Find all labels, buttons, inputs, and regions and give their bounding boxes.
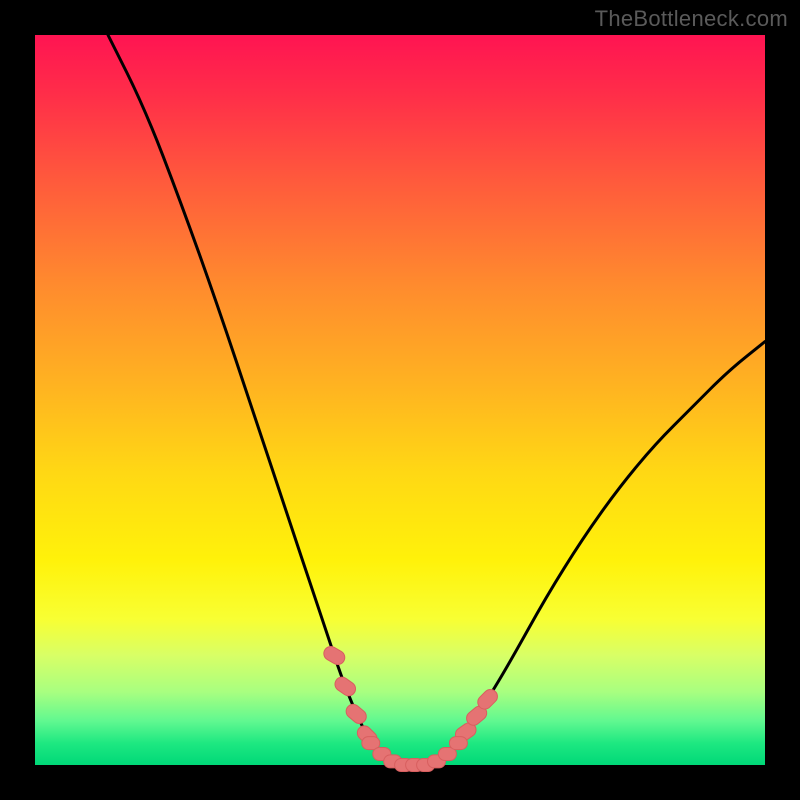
curve-marker (332, 674, 358, 698)
chart-frame: TheBottleneck.com (0, 0, 800, 800)
curve-marker (449, 737, 467, 750)
bottleneck-curve (35, 35, 765, 765)
curve-marker (321, 644, 347, 667)
watermark-text: TheBottleneck.com (595, 6, 788, 32)
plot-area (35, 35, 765, 765)
curve-marker (343, 701, 369, 726)
